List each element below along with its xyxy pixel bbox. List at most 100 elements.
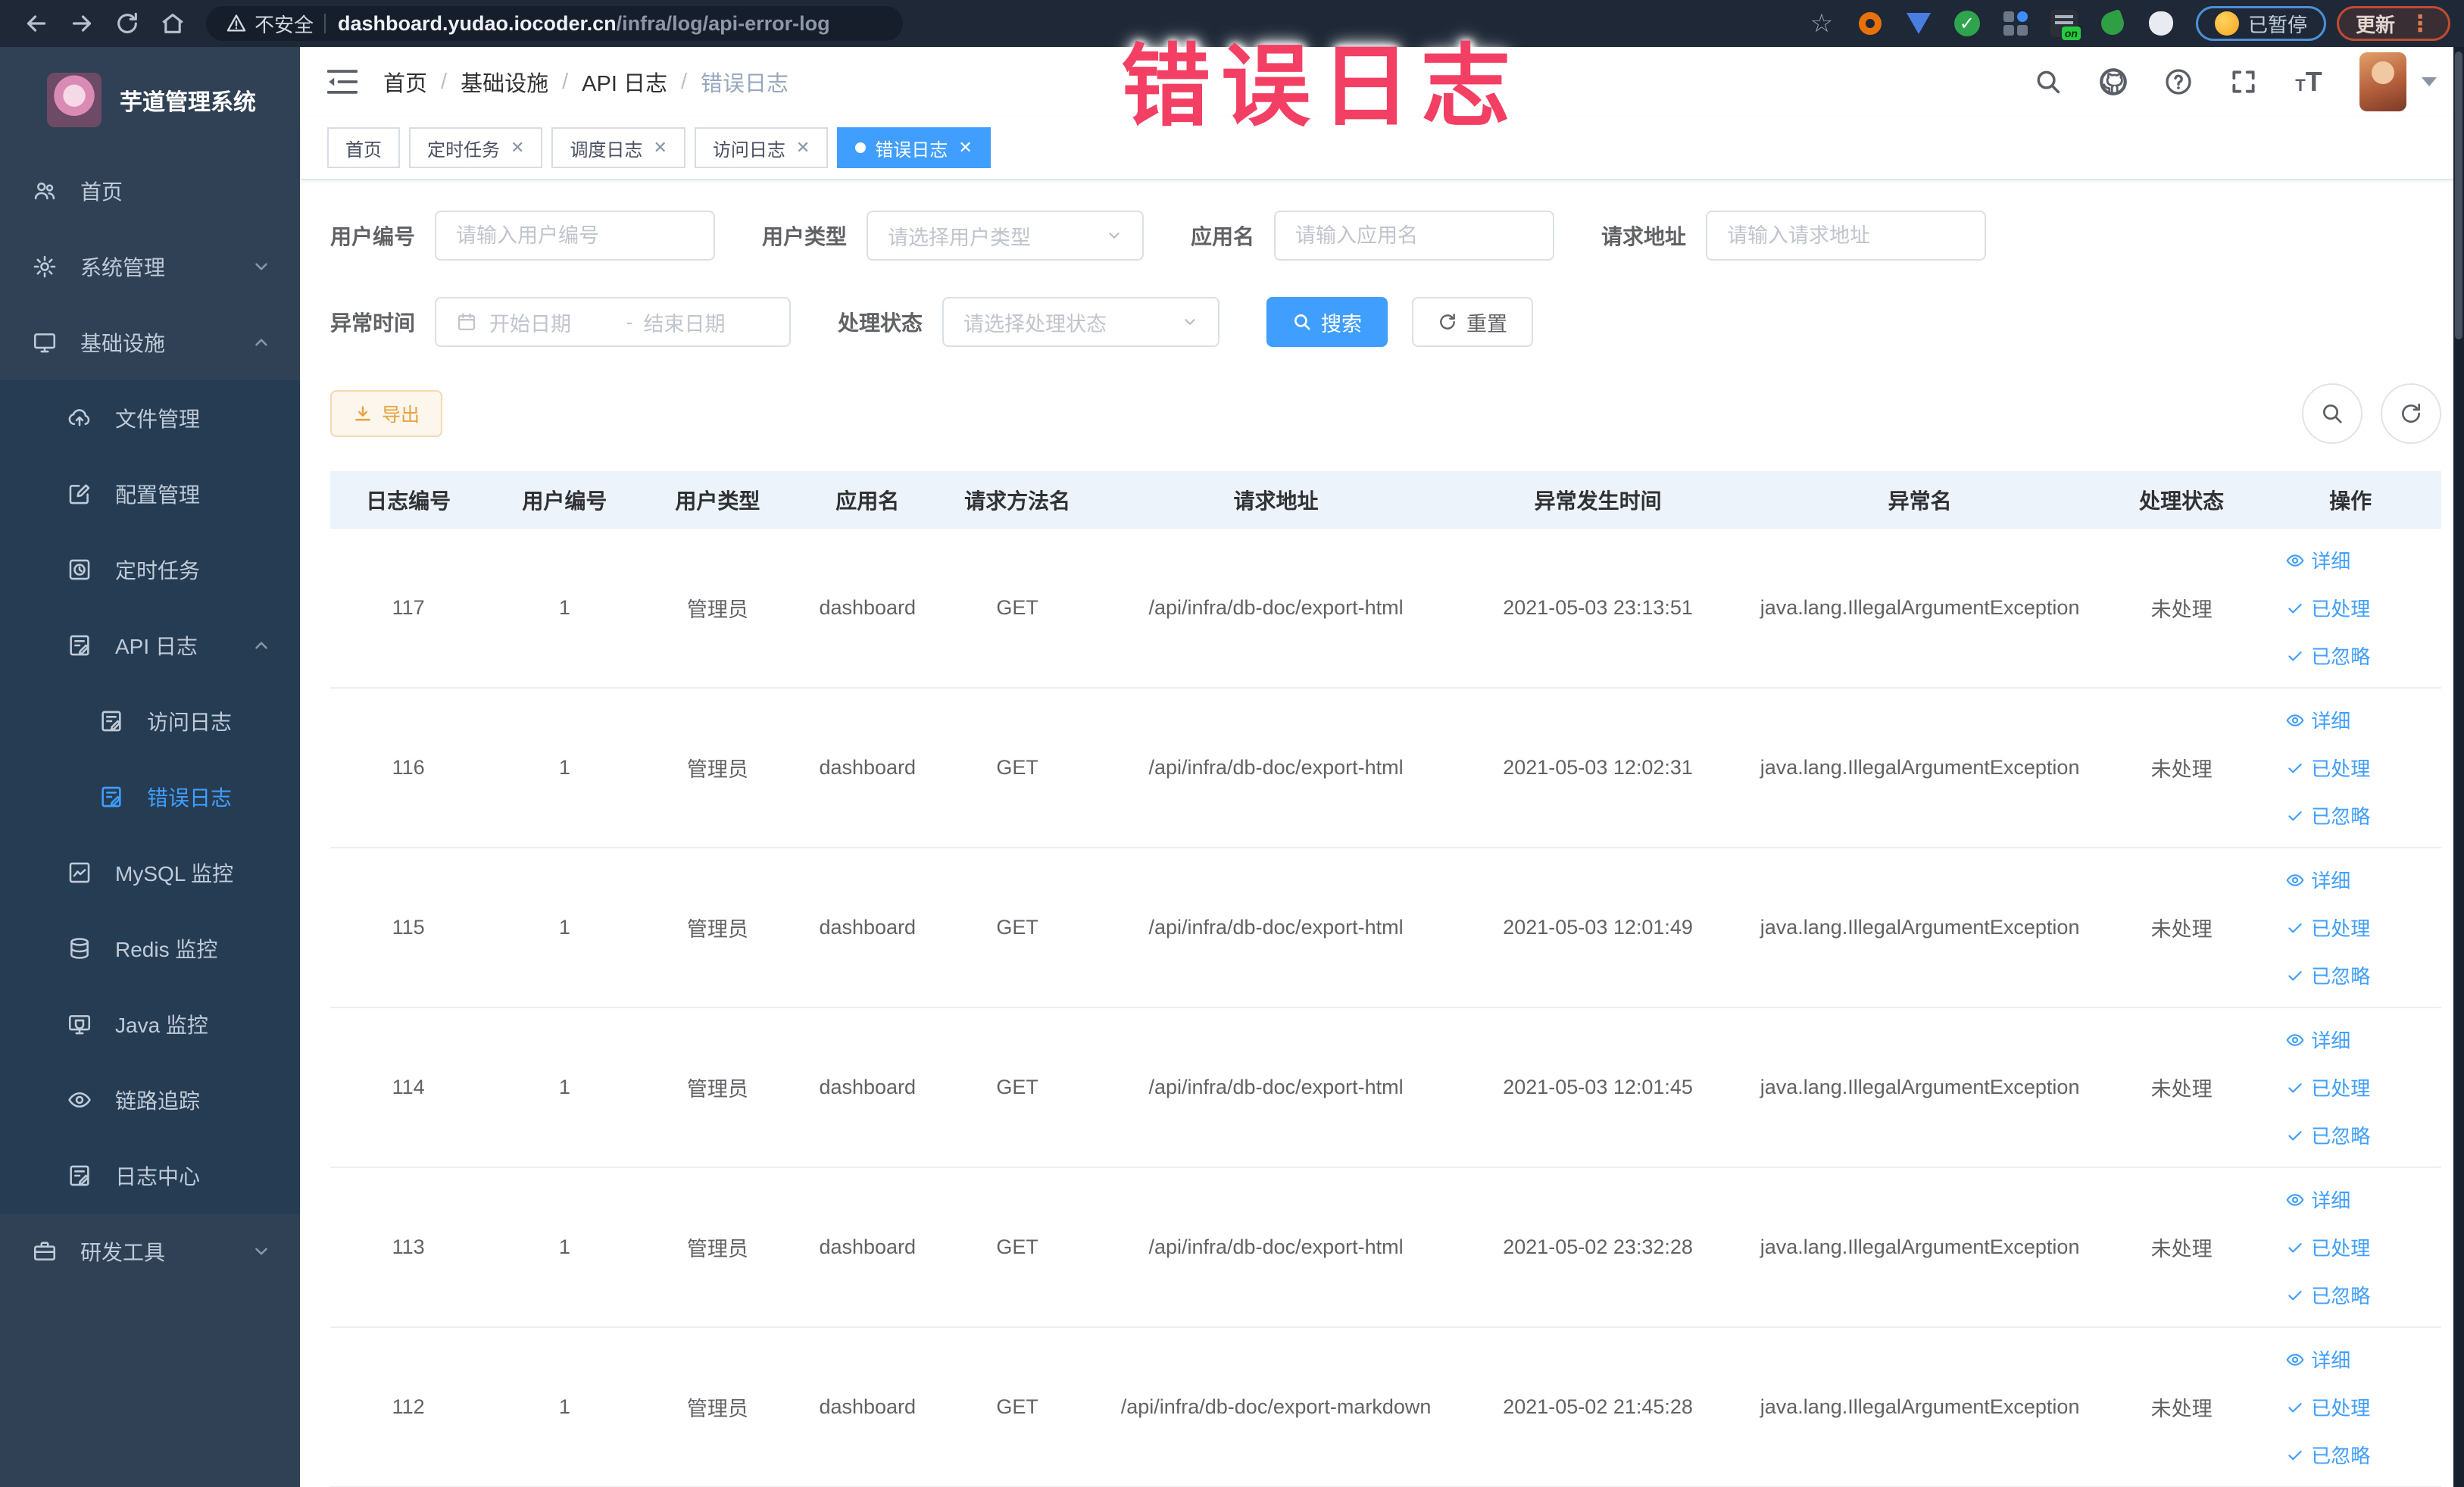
tab-1[interactable]: 定时任务 ✕: [409, 127, 543, 168]
cell-user_type: 管理员: [686, 1238, 748, 1261]
cell-id: 115: [392, 916, 425, 939]
user-avatar[interactable]: [2359, 52, 2406, 111]
date-range-input[interactable]: 开始日期 - 结束日期: [435, 297, 792, 347]
chrome-update-button[interactable]: 更新 ⋮: [2336, 6, 2450, 41]
processed-link[interactable]: 已处理: [2285, 594, 2370, 622]
sidebar-item-2[interactable]: 基础设施: [0, 305, 300, 380]
security-warning-icon[interactable]: [226, 13, 247, 34]
extension-check-icon[interactable]: ✓: [1952, 8, 1982, 39]
extension-shield-icon[interactable]: [1903, 8, 1934, 39]
ignored-link[interactable]: 已忽略: [2285, 1441, 2370, 1469]
search-toggle-icon: [2323, 405, 2342, 423]
cell-app: dashboard: [819, 1076, 917, 1098]
close-icon[interactable]: ✕: [653, 138, 667, 158]
reload-icon[interactable]: [111, 7, 144, 40]
sidebar-item-12[interactable]: 链路追踪: [0, 1062, 300, 1138]
sidebar-item-9[interactable]: MySQL 监控: [0, 835, 300, 911]
sidebar-item-1[interactable]: 系统管理: [0, 229, 300, 305]
column-header: 日志编号: [366, 489, 451, 513]
monitor-icon: [32, 330, 80, 355]
sidebar-item-3[interactable]: 文件管理: [0, 380, 300, 456]
hide-search-button[interactable]: [2302, 383, 2363, 444]
breadcrumb-infra[interactable]: 基础设施: [461, 66, 548, 98]
sidebar-item-10[interactable]: Redis 监控: [0, 911, 300, 986]
processed-link[interactable]: 已处理: [2285, 914, 2370, 942]
chevron-down-icon: [255, 1248, 267, 1255]
cell-app: dashboard: [819, 916, 917, 939]
ignored-link[interactable]: 已忽略: [2285, 1281, 2370, 1309]
detail-link[interactable]: 详细: [2285, 1186, 2350, 1214]
detail-link[interactable]: 详细: [2285, 1026, 2350, 1054]
browser-menu-icon[interactable]: ⋮: [2409, 11, 2431, 37]
fullscreen-icon[interactable]: [2226, 64, 2261, 99]
tab-4[interactable]: 错误日志 ✕: [837, 127, 991, 168]
extension-orange-icon[interactable]: [1855, 8, 1885, 39]
sidebar-logo-row[interactable]: 芋道管理系统: [0, 47, 300, 153]
ignored-link[interactable]: 已忽略: [2285, 1121, 2370, 1149]
app-name-input[interactable]: [1274, 211, 1555, 261]
extension-grid-icon[interactable]: [2000, 8, 2031, 39]
scrollbar-thumb[interactable]: [2455, 52, 2462, 339]
sidebar-item-11[interactable]: Java 监控: [0, 986, 300, 1062]
bookmark-star-icon[interactable]: ☆: [1807, 8, 1837, 39]
close-icon[interactable]: ✕: [958, 138, 972, 158]
column-header: 请求方法名: [964, 489, 1071, 513]
url-path: /infra/log/api-error-log: [616, 11, 830, 35]
search-button[interactable]: 搜索: [1266, 297, 1388, 347]
avatar-dropdown-icon[interactable]: [2422, 77, 2437, 86]
forward-icon[interactable]: [65, 7, 98, 40]
home-icon[interactable]: [156, 7, 189, 40]
page-scrollbar[interactable]: [2453, 47, 2464, 1487]
tab-0[interactable]: 首页: [327, 127, 400, 168]
github-icon[interactable]: [2096, 64, 2131, 99]
extension-leaf-icon[interactable]: [2097, 8, 2128, 39]
breadcrumb-home[interactable]: 首页: [383, 66, 427, 98]
processed-link[interactable]: 已处理: [2285, 754, 2370, 782]
export-button[interactable]: 导出: [330, 390, 443, 437]
column-header: 应用名: [835, 489, 900, 513]
ignored-link[interactable]: 已忽略: [2285, 801, 2370, 829]
tab-2[interactable]: 调度日志 ✕: [551, 127, 685, 168]
tab-3[interactable]: 访问日志 ✕: [694, 127, 829, 168]
font-size-icon[interactable]: TT: [2291, 64, 2326, 99]
profile-paused-badge[interactable]: 已暂停: [2195, 6, 2326, 41]
processed-link[interactable]: 已处理: [2285, 1073, 2370, 1101]
breadcrumb-api-log[interactable]: API 日志: [582, 66, 667, 98]
detail-link[interactable]: 详细: [2285, 546, 2350, 574]
sidebar-item-0[interactable]: 首页: [0, 153, 300, 229]
sidebar-item-14[interactable]: 研发工具: [0, 1214, 300, 1289]
processed-link[interactable]: 已处理: [2285, 1233, 2370, 1261]
close-icon[interactable]: ✕: [796, 138, 810, 158]
header-search-icon[interactable]: [2031, 64, 2066, 99]
request-url-input[interactable]: [1706, 211, 1987, 261]
detail-link[interactable]: 详细: [2285, 706, 2350, 734]
close-icon[interactable]: ✕: [511, 138, 524, 158]
cell-user_type: 管理员: [686, 758, 748, 781]
ignored-link[interactable]: 已忽略: [2285, 642, 2370, 670]
table-row: 115 1 管理员 dashboard GET/api/infra/db-doc/exp…: [330, 848, 2441, 1008]
extension-onoff-icon[interactable]: [2049, 8, 2081, 40]
back-icon[interactable]: [20, 7, 53, 40]
process-status-select[interactable]: 请选择处理状态: [942, 297, 1220, 347]
user-id-label: 用户编号: [330, 225, 416, 248]
sidebar-item-13[interactable]: 日志中心: [0, 1138, 300, 1214]
sidebar-item-8[interactable]: 错误日志: [0, 759, 300, 835]
security-label[interactable]: 不安全: [255, 10, 314, 38]
user-type-select[interactable]: 请选择用户类型: [867, 211, 1145, 261]
processed-link[interactable]: 已处理: [2285, 1393, 2370, 1421]
reset-button[interactable]: 重置: [1412, 297, 1534, 347]
help-icon[interactable]: [2161, 64, 2196, 99]
refresh-table-button[interactable]: [2381, 383, 2441, 444]
extension-paw-icon[interactable]: [2146, 8, 2176, 39]
ignored-link[interactable]: 已忽略: [2285, 961, 2370, 989]
detail-link[interactable]: 详细: [2285, 866, 2350, 894]
detail-link[interactable]: 详细: [2285, 1345, 2350, 1373]
sidebar-fold-icon[interactable]: [327, 69, 358, 95]
user-id-input[interactable]: [435, 211, 716, 261]
sidebar-item-7[interactable]: 访问日志: [0, 683, 300, 759]
sidebar-item-6[interactable]: API 日志: [0, 608, 300, 683]
cell-actions: 详细 已处理 已忽略: [2259, 706, 2441, 829]
sidebar-item-5[interactable]: 定时任务: [0, 532, 300, 608]
sidebar-item-4[interactable]: 配置管理: [0, 456, 300, 532]
address-bar[interactable]: 不安全 dashboard.yudao.iocoder.cn /infra/lo…: [206, 6, 903, 41]
